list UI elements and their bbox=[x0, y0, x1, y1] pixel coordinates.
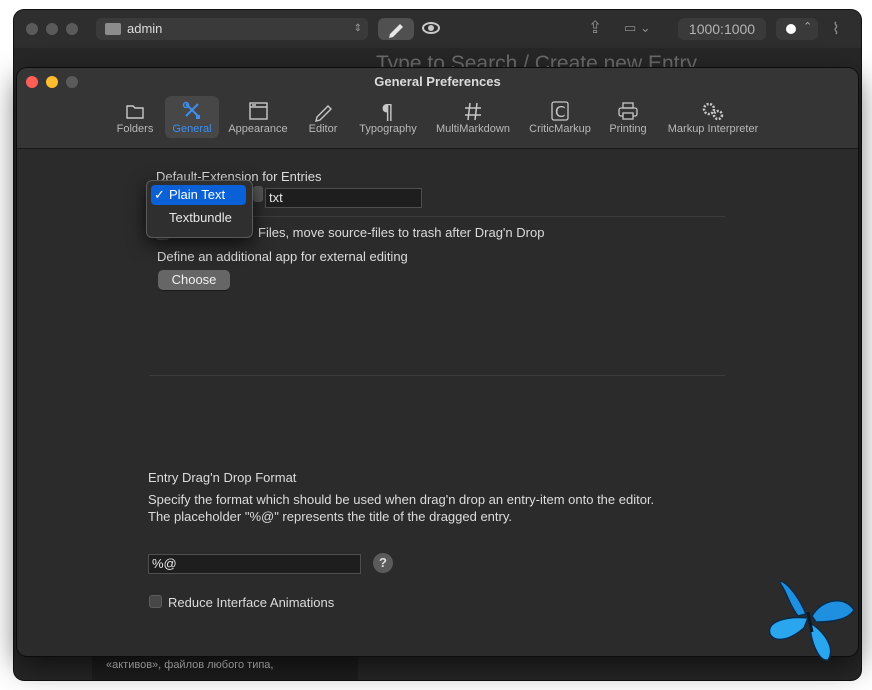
external-app-label: Define an additional app for external ed… bbox=[157, 249, 408, 264]
preferences-window: General Preferences Folders General Appe… bbox=[17, 68, 858, 656]
separator bbox=[149, 375, 725, 376]
bg-zoom-button[interactable] bbox=[66, 23, 78, 35]
general-pane: Default-Extension for Entries txt Files,… bbox=[17, 149, 858, 656]
dragdrop-description: Specify the format which should be used … bbox=[148, 492, 655, 507]
window-icon bbox=[249, 102, 268, 120]
insert-menu-icon[interactable]: ▭ ⌄ bbox=[624, 20, 651, 36]
reduce-animations-checkbox[interactable] bbox=[149, 595, 162, 608]
share-icon[interactable]: ⇪ bbox=[588, 18, 602, 38]
menu-item-plain-text[interactable]: ✓ Plain Text bbox=[151, 185, 246, 205]
preview-eye-icon[interactable] bbox=[422, 22, 440, 34]
path-popup[interactable]: admin ⇕ bbox=[96, 18, 368, 40]
choose-button[interactable]: Choose bbox=[158, 270, 230, 290]
tools-icon bbox=[182, 101, 200, 119]
extension-popup-arrow[interactable] bbox=[253, 186, 263, 202]
pilcrow-icon: ¶ bbox=[381, 100, 394, 122]
paperclip-icon[interactable]: ⌇ bbox=[832, 19, 840, 39]
bg-minimize-button[interactable] bbox=[46, 23, 58, 35]
menu-item-textbundle[interactable]: Textbundle bbox=[151, 208, 246, 228]
pencil-icon bbox=[389, 24, 403, 38]
pencil-icon bbox=[315, 105, 332, 122]
tab-criticmarkup[interactable]: C CriticMarkup bbox=[525, 96, 595, 138]
dimensions-field[interactable]: 1000:1000 bbox=[678, 18, 766, 40]
tab-folders[interactable]: Folders bbox=[113, 96, 157, 138]
dragdrop-placeholder-note: The placeholder "%@" represents the titl… bbox=[148, 509, 512, 524]
critic-icon: C bbox=[551, 101, 569, 121]
entry-snippet: «активов», файлов любого типа, bbox=[106, 659, 274, 671]
folder-icon bbox=[105, 23, 121, 35]
attachment-trash-label: Files, move source-files to trash after … bbox=[258, 225, 545, 240]
titlebar: General Preferences Folders General Appe… bbox=[17, 68, 858, 149]
dragdrop-format-field[interactable]: %@ bbox=[148, 554, 361, 574]
reduce-animations-label: Reduce Interface Animations bbox=[168, 595, 335, 610]
window-title: General Preferences bbox=[374, 74, 501, 89]
svg-text:¶: ¶ bbox=[381, 100, 394, 122]
edit-mode-button[interactable] bbox=[378, 18, 414, 40]
tab-editor[interactable]: Editor bbox=[303, 96, 343, 138]
printer-icon bbox=[618, 102, 638, 120]
tab-typography[interactable]: ¶ Typography bbox=[355, 96, 421, 138]
tab-general[interactable]: General bbox=[165, 96, 219, 138]
tab-printing[interactable]: Printing bbox=[605, 96, 651, 138]
extension-field[interactable]: txt bbox=[265, 188, 422, 208]
butterfly-logo-icon bbox=[768, 580, 855, 661]
path-label: admin bbox=[127, 21, 163, 36]
tab-markup-interpreter[interactable]: Markup Interpreter bbox=[661, 96, 765, 138]
extension-dropdown-menu: ✓ Plain Text Textbundle bbox=[146, 180, 253, 238]
dragdrop-title: Entry Drag'n Drop Format bbox=[148, 470, 297, 485]
svg-text:C: C bbox=[555, 103, 565, 121]
tab-appearance[interactable]: Appearance bbox=[225, 96, 291, 138]
bg-close-button[interactable] bbox=[26, 23, 38, 35]
help-button[interactable]: ? bbox=[373, 553, 393, 573]
preferences-tabs: Folders General Appearance Editor ¶ Typo… bbox=[17, 96, 858, 140]
tab-multimarkdown[interactable]: MultiMarkdown bbox=[431, 96, 515, 138]
color-picker[interactable] bbox=[776, 18, 818, 40]
hash-icon bbox=[465, 102, 481, 121]
background-toolbar: admin ⇕ ⇪ ▭ ⌄ 1000:1000 ⌇ bbox=[14, 10, 861, 48]
updown-chevron-icon: ⇕ bbox=[353, 23, 362, 34]
folder-icon bbox=[126, 105, 144, 119]
checkmark-icon: ✓ bbox=[154, 187, 165, 202]
gears-icon bbox=[702, 102, 724, 121]
